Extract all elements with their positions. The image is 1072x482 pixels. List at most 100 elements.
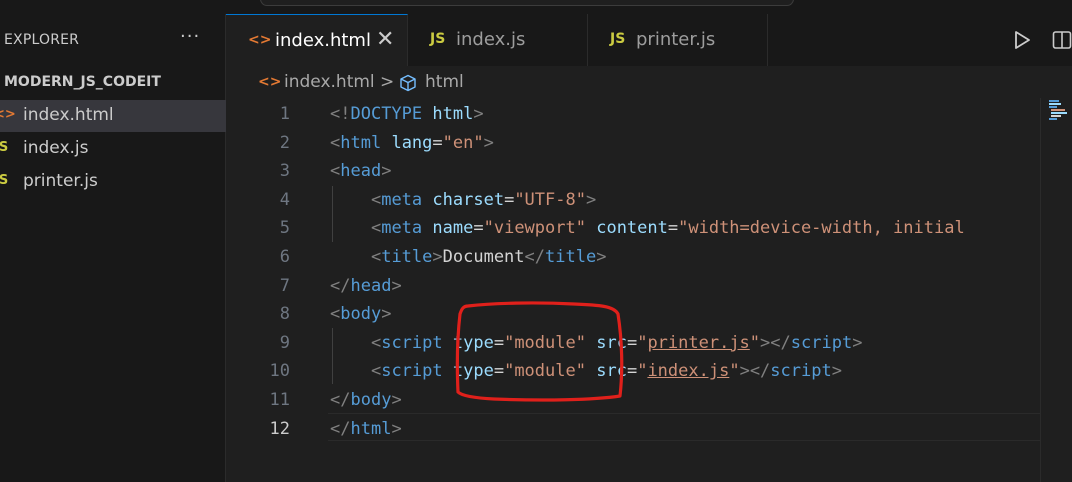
workspace-folder[interactable]: MODERN_JS_CODEIT — [4, 74, 161, 90]
code-token: </ — [524, 247, 546, 267]
run-icon[interactable] — [1013, 30, 1031, 50]
breadcrumb-separator: > — [380, 72, 395, 92]
code-token: > — [391, 390, 402, 410]
code-line[interactable]: 1 <!DOCTYPE html> — [226, 100, 1072, 128]
symbol-cube-icon — [400, 74, 416, 92]
line-number: 9 — [279, 332, 290, 353]
code-token: = — [626, 361, 638, 382]
code-line[interactable]: 5 <meta name="viewport" content="width=d… — [226, 214, 1072, 242]
code-line[interactable]: 7 </head> — [226, 272, 1072, 300]
code-token: meta — [381, 218, 423, 239]
more-actions-icon[interactable]: ··· — [180, 26, 200, 47]
code-line[interactable]: 9 <script type="module" src="printer.js"… — [226, 329, 1072, 357]
code-token: < — [330, 161, 341, 182]
code-token: < — [370, 361, 382, 382]
line-number: 5 — [279, 218, 290, 239]
code-token: " — [749, 332, 761, 353]
code-token: title — [381, 247, 433, 267]
html-file-icon: <> — [248, 32, 272, 48]
code-line[interactable]: 6 <title>Document</title> — [226, 243, 1072, 271]
code-text: <title>Document</title> — [330, 247, 607, 267]
file-item-index-html[interactable]: <> index.html — [0, 100, 226, 132]
code-token: html — [432, 104, 474, 124]
code-token: < — [370, 332, 382, 353]
command-center-search[interactable] — [260, 0, 794, 6]
code-line[interactable]: 12 </html> — [226, 415, 1072, 443]
code-token: script — [381, 332, 443, 353]
code-editor[interactable]: 1 <!DOCTYPE html> 2 <html lang="en"> 3 <head>… — [226, 98, 1072, 482]
editor-tab-bar: <> index.html ✕ JS index.js JS printer.j… — [226, 14, 1072, 66]
explorer-title: EXPLORER — [4, 32, 80, 48]
js-file-icon: JS — [610, 31, 626, 47]
close-tab-icon[interactable]: ✕ — [376, 27, 394, 52]
tab-label: index.html — [275, 30, 371, 51]
code-text: <!DOCTYPE html> — [330, 104, 484, 124]
code-text: <head> — [330, 161, 391, 181]
js-file-icon: JS — [0, 140, 9, 155]
code-token: script — [790, 332, 853, 353]
line-number: 4 — [279, 189, 290, 210]
tab-printer-js[interactable]: JS printer.js — [588, 14, 768, 66]
code-token: > — [391, 275, 402, 296]
code-token: = — [473, 218, 484, 239]
code-token: = — [504, 189, 515, 210]
code-line[interactable]: 2 <html lang="en"> — [226, 129, 1072, 157]
code-text: <meta name="viewport" content="width=dev… — [330, 218, 965, 238]
line-number: 3 — [279, 161, 290, 182]
code-token: script — [770, 361, 832, 382]
code-token: </ — [330, 418, 351, 439]
breadcrumb-symbol[interactable]: html — [425, 72, 464, 92]
code-token: </ — [330, 275, 351, 296]
minimap[interactable] — [1040, 98, 1072, 482]
line-number: 6 — [279, 247, 290, 267]
code-line[interactable]: 8 <body> — [226, 300, 1072, 328]
code-token: body — [350, 390, 392, 410]
line-number: 2 — [279, 132, 290, 153]
code-token: body — [340, 304, 382, 325]
code-text: </html> — [330, 419, 402, 439]
file-item-printer-js[interactable]: JS printer.js — [0, 166, 226, 198]
tab-label: printer.js — [636, 29, 716, 50]
code-token: charset — [432, 189, 505, 210]
code-token: > — [852, 332, 863, 353]
breadcrumb-file[interactable]: index.html — [284, 72, 375, 92]
code-token: < — [370, 247, 382, 267]
code-token: "UTF-8" — [514, 189, 586, 210]
split-editor-icon[interactable] — [1052, 30, 1072, 50]
code-line[interactable]: 10 <script type="module" src="index.js">… — [226, 357, 1072, 385]
code-text: <html lang="en"> — [330, 133, 494, 153]
code-token: "width=device-width, initial — [678, 218, 965, 239]
breadcrumb: <> index.html > html — [226, 66, 1072, 98]
code-token: printer.js — [647, 332, 750, 353]
js-file-icon: JS — [0, 173, 9, 188]
code-token: html — [350, 418, 392, 439]
html-file-icon: <> — [0, 107, 16, 122]
code-token: < — [370, 189, 382, 210]
red-annotation-circle — [455, 301, 624, 402]
line-number: 8 — [279, 304, 290, 325]
code-text: </body> — [330, 390, 402, 410]
code-line[interactable]: 11 </body> — [226, 386, 1072, 414]
file-name: index.html — [23, 105, 114, 125]
code-token: <! — [330, 104, 351, 124]
code-token: > — [483, 132, 494, 153]
code-token: = — [626, 332, 638, 353]
code-line[interactable]: 3 <head> — [226, 157, 1072, 185]
file-item-index-js[interactable]: JS index.js — [0, 133, 226, 165]
explorer-sidebar: EXPLORER ··· MODERN_JS_CODEIT <> index.h… — [0, 14, 226, 482]
code-line[interactable]: 4 <meta charset="UTF-8"> — [226, 186, 1072, 214]
line-number: 7 — [279, 275, 290, 296]
tab-index-js[interactable]: JS index.js — [408, 14, 588, 66]
tab-index-html[interactable]: <> index.html ✕ — [226, 14, 408, 66]
code-token: name — [432, 218, 474, 239]
